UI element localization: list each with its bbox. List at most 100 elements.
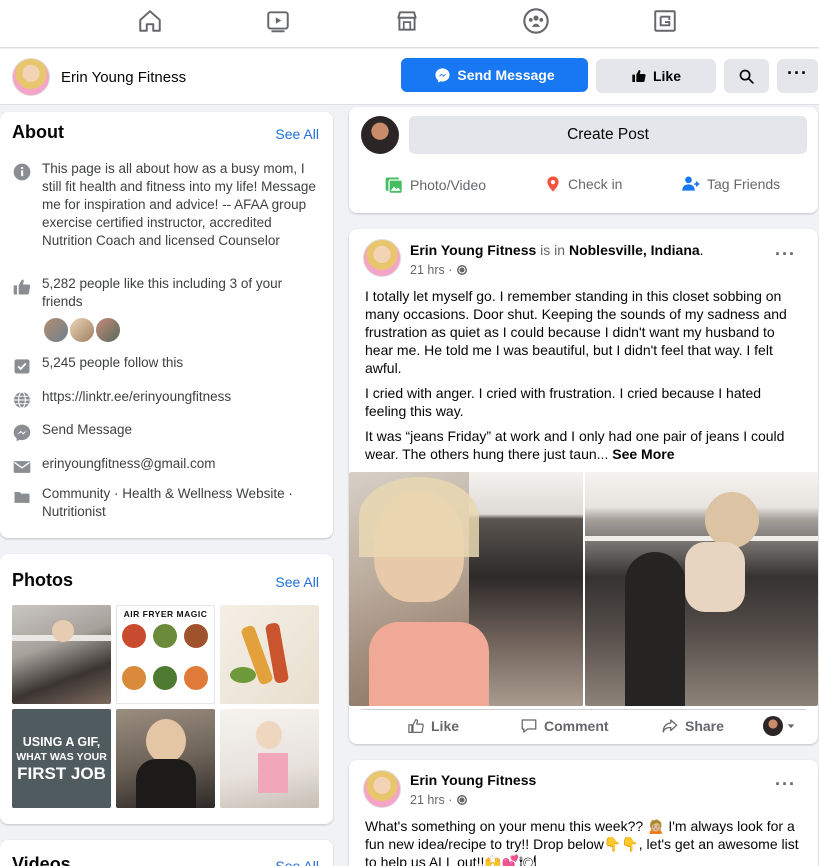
tag-friends-button[interactable]: Tag Friends (681, 174, 780, 194)
photo-kebabs[interactable] (220, 605, 319, 704)
search-icon (739, 69, 754, 84)
gif-text-line: USING A GIF, (22, 734, 101, 749)
post-meta: 21 hrs · (410, 263, 468, 277)
chevron-down-icon (787, 724, 795, 729)
create-post-button[interactable]: Create Post (409, 116, 807, 154)
post-location-period: . (699, 242, 704, 258)
tag-friends-label: Tag Friends (707, 176, 781, 192)
gif-text-line: FIRST JOB (17, 763, 106, 783)
post-card: Erin Young Fitness 21 hrs · ··· What's s… (349, 760, 818, 866)
photo-air-fryer[interactable]: AIR FRYER MAGIC (116, 605, 215, 704)
home-icon[interactable] (135, 6, 165, 36)
friend-avatar[interactable] (42, 316, 70, 344)
post-photo-closet[interactable] (585, 472, 818, 706)
thumbs-up-icon (632, 70, 646, 82)
page-avatar[interactable] (12, 58, 50, 96)
email-icon (12, 455, 42, 477)
photo-video-button[interactable]: Photo/Video (384, 175, 486, 195)
like-page-button[interactable]: Like (596, 59, 716, 93)
friend-avatar[interactable] (94, 316, 122, 344)
photos-card: Photos See All AIR FRYER MAGIC USING A G… (0, 554, 333, 824)
friend-avatar[interactable] (68, 316, 96, 344)
post-time[interactable]: 21 hrs · (410, 793, 452, 807)
reactor-avatar (763, 716, 783, 736)
share-label: Share (685, 718, 724, 734)
post-options-icon[interactable]: ··· (775, 774, 796, 795)
check-in-button[interactable]: Check in (544, 174, 622, 194)
post-paragraph: It was “jeans Friday” at work and I only… (365, 427, 805, 463)
about-website-row: https://linktr.ee/erinyoungfitness (12, 388, 321, 410)
share-icon (662, 719, 678, 733)
see-more-link[interactable]: See More (612, 446, 674, 462)
more-options-button[interactable]: ··· (777, 59, 818, 93)
post-location-link[interactable]: Noblesville, Indiana (569, 242, 700, 258)
post-time[interactable]: 21 hrs · (410, 263, 452, 277)
like-thumb-icon (408, 719, 424, 733)
send-message-button[interactable]: Send Message (401, 58, 588, 92)
post-paragraph: What's something on your menu this week?… (365, 818, 799, 866)
page-header-bar: Erin Young Fitness Send Message Like ··· (0, 49, 819, 105)
photo-video-icon (385, 177, 403, 194)
location-pin-icon (547, 176, 559, 192)
gaming-icon[interactable] (650, 6, 680, 36)
about-website-link[interactable]: https://linktr.ee/erinyoungfitness (42, 388, 231, 410)
comment-button[interactable]: Comment (520, 717, 609, 735)
post-body: I totally let myself go. I remember stan… (365, 287, 805, 470)
photo-closet[interactable] (12, 605, 111, 704)
photos-title: Photos (12, 570, 73, 590)
about-see-all-link[interactable]: See All (275, 126, 319, 142)
share-button[interactable]: Share (661, 717, 724, 735)
about-follows-text: 5,245 people follow this (42, 355, 184, 370)
videos-see-all-link[interactable]: See All (275, 858, 319, 866)
follow-icon (12, 354, 42, 376)
category-icon (12, 485, 42, 521)
tag-friends-icon (682, 176, 700, 191)
more-dots-icon: ··· (787, 63, 808, 83)
reaction-audience-selector[interactable] (763, 716, 796, 736)
photo-gif-question[interactable]: USING A GIF, WHAT WAS YOUR FIRST JOB (12, 709, 111, 808)
post-author-avatar[interactable] (363, 239, 401, 277)
messenger-icon (435, 67, 450, 83)
groups-icon[interactable] (521, 6, 551, 36)
post-divider (361, 709, 806, 710)
like-label: Like (652, 68, 681, 84)
photos-see-all-link[interactable]: See All (275, 574, 319, 590)
post-meta: 21 hrs · (410, 793, 468, 807)
post-body: What's something on your menu this week?… (365, 817, 805, 866)
post-card: Erin Young Fitness is in Noblesville, In… (349, 229, 818, 744)
about-title: About (12, 122, 64, 142)
post-author-name[interactable]: Erin Young Fitness (410, 772, 536, 788)
videos-title: Videos (12, 854, 71, 866)
page-name[interactable]: Erin Young Fitness (61, 69, 186, 86)
photo-selfie-smile[interactable] (116, 709, 215, 808)
about-email-link[interactable]: erinyoungfitness@gmail.com (42, 455, 216, 477)
air-fryer-title: AIR FRYER MAGIC (123, 609, 208, 619)
post-options-icon[interactable]: ··· (775, 244, 796, 265)
about-card: About See All This page is all about how… (0, 112, 333, 538)
post-paragraph: I cried with anger. I cried with frustra… (365, 385, 762, 419)
composer-card: Create Post Photo/Video Check in Tag Fri… (349, 107, 818, 213)
watch-icon[interactable] (263, 6, 293, 36)
like-label: Like (431, 718, 460, 734)
search-button[interactable] (724, 59, 769, 93)
post-is-in: is in (536, 242, 569, 258)
comment-icon (521, 719, 537, 733)
post-author-avatar[interactable] (363, 770, 401, 808)
about-description-row: This page is all about how as a busy mom… (12, 160, 321, 250)
post-author-name[interactable]: Erin Young Fitness (410, 242, 536, 258)
marketplace-icon[interactable] (392, 6, 422, 36)
about-send-message-link[interactable]: Send Message (42, 421, 132, 443)
post-photo-selfie[interactable] (349, 472, 583, 706)
send-message-label: Send Message (457, 67, 555, 83)
photo-pink-book[interactable] (220, 709, 319, 808)
public-globe-icon (457, 265, 468, 275)
messenger-icon (12, 421, 42, 443)
post-paragraph: I totally let myself go. I remember stan… (365, 288, 787, 376)
like-button[interactable]: Like (407, 717, 459, 735)
globe-icon (12, 388, 42, 410)
about-categories[interactable]: Community · Health & Wellness Website · … (42, 485, 321, 521)
user-avatar[interactable] (361, 116, 399, 154)
post-paragraph-text: It was “jeans Friday” at work and I only… (365, 428, 785, 462)
photo-video-label: Photo/Video (410, 177, 487, 193)
about-message-row: Send Message (12, 421, 321, 443)
